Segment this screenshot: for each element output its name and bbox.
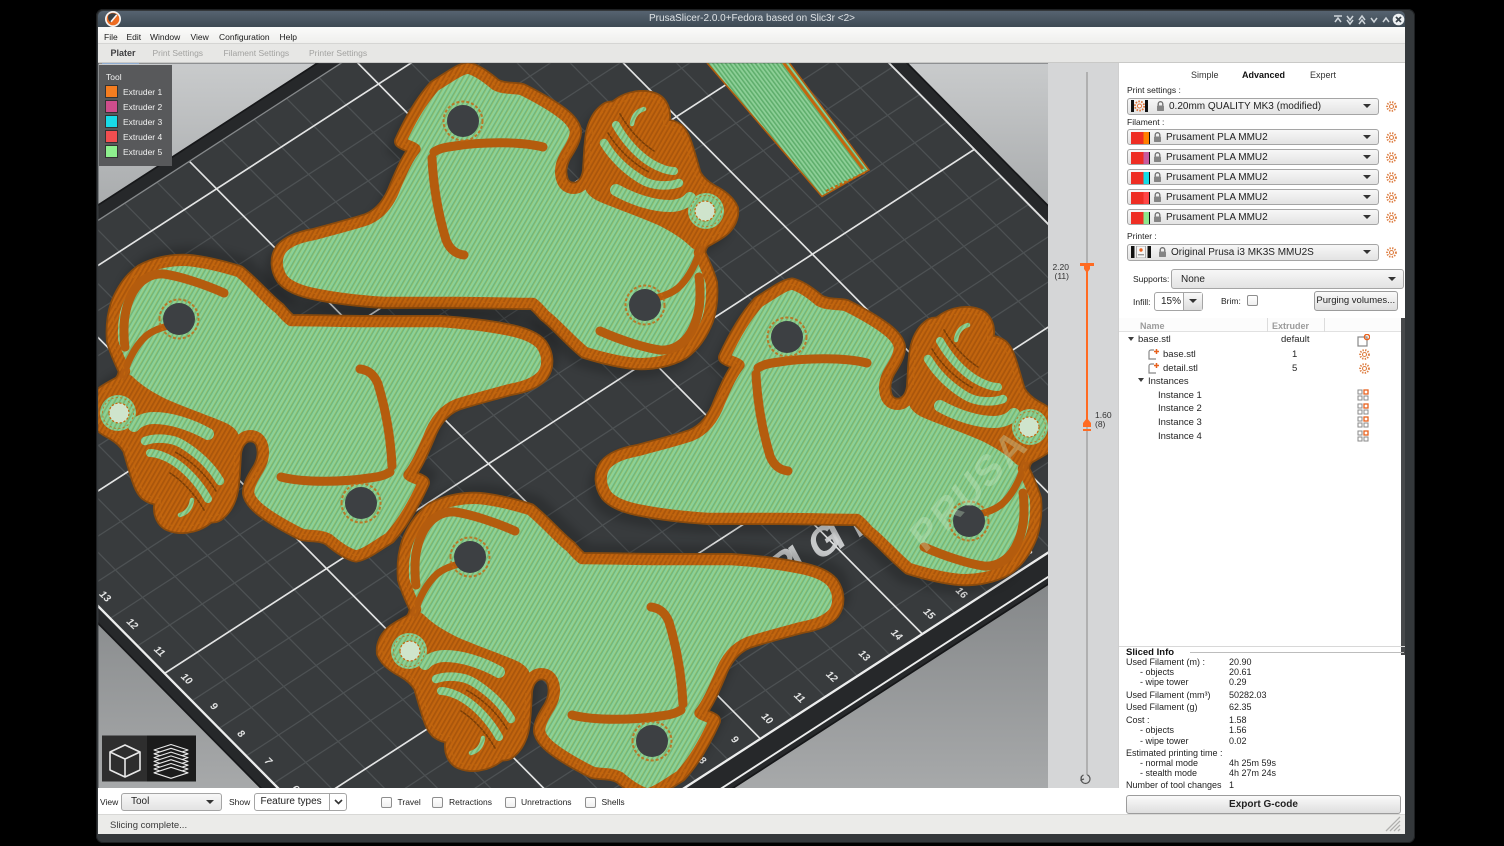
svg-text:(11): (11) — [1055, 271, 1070, 281]
svg-text:(8): (8) — [1095, 419, 1106, 429]
